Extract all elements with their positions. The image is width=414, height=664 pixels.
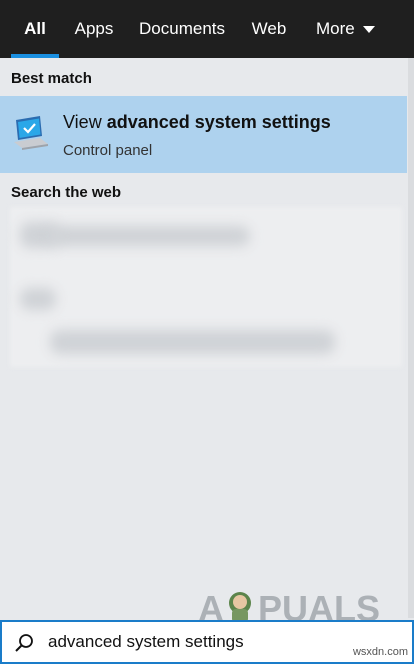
blurred-web-line <box>50 226 250 246</box>
tab-more[interactable]: More <box>316 0 376 58</box>
search-icon <box>15 634 33 652</box>
blurred-web-line <box>50 330 335 354</box>
results-scrollbar[interactable] <box>408 58 414 618</box>
search-web-heading: Search the web <box>11 184 122 201</box>
tab-all[interactable]: All <box>11 0 59 58</box>
best-match-title-bold: advanced system settings <box>106 112 331 132</box>
best-match-subtitle: Control panel <box>63 142 153 159</box>
tab-more-label: More <box>316 19 355 38</box>
search-bar[interactable] <box>0 620 414 664</box>
chevron-down-icon <box>362 25 375 33</box>
search-input[interactable] <box>48 632 388 652</box>
search-filter-tabs: All Apps Documents Web More <box>0 0 414 58</box>
tab-web[interactable]: Web <box>251 0 287 58</box>
site-tag: wsxdn.com <box>352 646 408 658</box>
best-match-title-prefix: View <box>63 112 107 132</box>
blurred-web-icon <box>20 288 56 310</box>
best-match-heading: Best match <box>11 70 92 87</box>
tab-apps[interactable]: Apps <box>74 0 114 58</box>
best-match-title: View advanced system settings <box>63 112 331 133</box>
control-panel-monitor-icon <box>14 116 48 150</box>
tab-documents[interactable]: Documents <box>139 0 225 58</box>
best-match-result[interactable] <box>0 96 407 173</box>
